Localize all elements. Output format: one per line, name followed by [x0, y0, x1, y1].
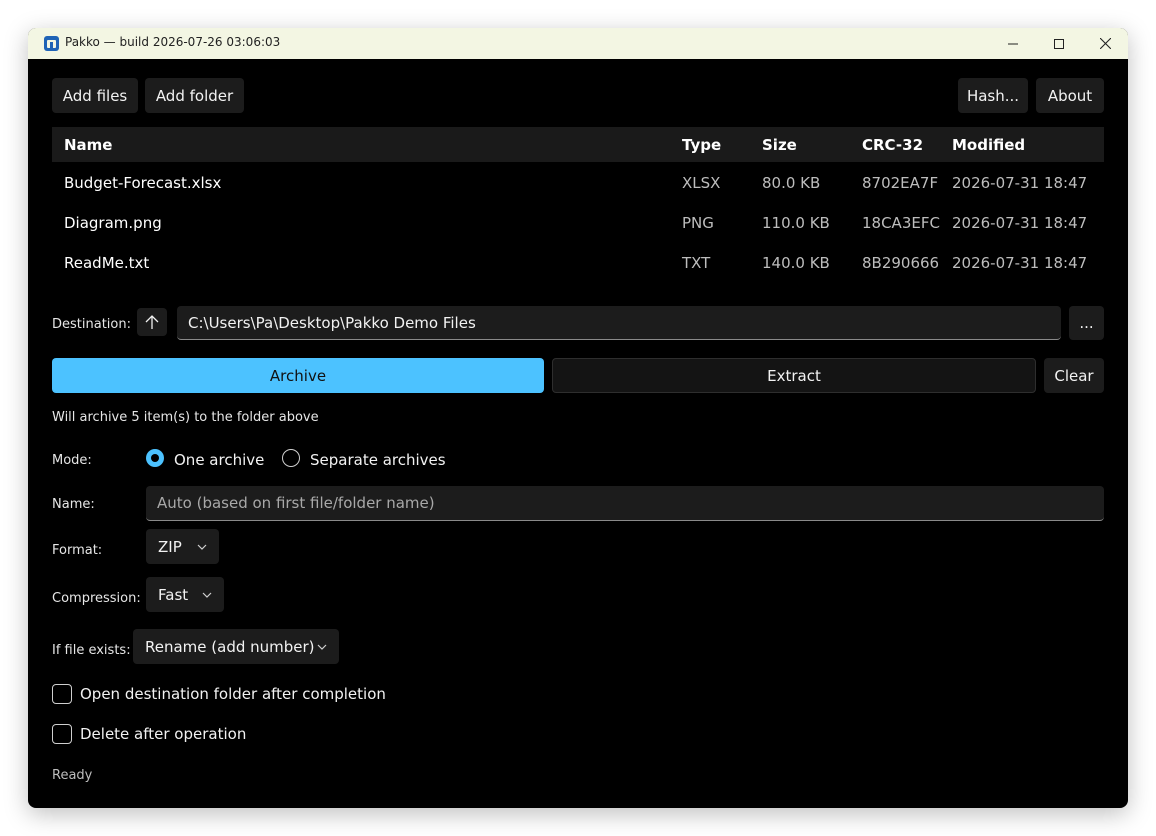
mode-label: Mode:	[52, 453, 92, 468]
file-modified: 2026-07-31 18:47	[952, 214, 1088, 232]
if-exists-value: Rename (add number)	[145, 637, 315, 656]
column-header-crc[interactable]: CRC-32	[862, 136, 923, 154]
file-name: Budget-Forecast.xlsx	[64, 174, 222, 192]
column-header-name[interactable]: Name	[64, 136, 112, 154]
close-icon	[1099, 38, 1111, 49]
browse-button[interactable]: ...	[1069, 306, 1104, 340]
format-dropdown[interactable]: ZIP	[146, 529, 219, 564]
status-text: Ready	[52, 768, 93, 783]
destination-label: Destination:	[52, 317, 131, 332]
file-type: TXT	[682, 254, 711, 272]
file-size: 140.0 KB	[762, 254, 830, 272]
column-header-modified[interactable]: Modified	[952, 136, 1025, 154]
file-type: PNG	[682, 214, 714, 232]
extract-tab[interactable]: Extract	[552, 358, 1036, 393]
app-icon	[44, 36, 59, 51]
delete-after-checkbox[interactable]	[52, 724, 72, 744]
open-destination-label[interactable]: Open destination folder after completion	[80, 685, 386, 703]
parent-folder-button[interactable]	[137, 308, 167, 336]
mode-separate-archives-label[interactable]: Separate archives	[310, 451, 446, 469]
archive-summary: Will archive 5 item(s) to the folder abo…	[52, 410, 319, 425]
table-header: Name Type Size CRC-32 Modified	[52, 127, 1104, 162]
compression-dropdown[interactable]: Fast	[146, 577, 224, 612]
file-crc: 18CA3EFC	[862, 214, 940, 232]
add-files-button[interactable]: Add files	[52, 78, 138, 113]
file-modified: 2026-07-31 18:47	[952, 174, 1088, 192]
file-size: 110.0 KB	[762, 214, 830, 232]
chevron-down-icon	[202, 577, 212, 612]
maximize-icon	[1054, 38, 1064, 49]
chevron-down-icon	[317, 629, 327, 664]
close-button[interactable]	[1082, 28, 1128, 59]
delete-after-label[interactable]: Delete after operation	[80, 725, 246, 743]
arrow-up-icon	[145, 315, 159, 329]
mode-one-archive-label[interactable]: One archive	[174, 451, 264, 469]
file-crc: 8702EA7F	[862, 174, 939, 192]
about-button[interactable]: About	[1036, 78, 1104, 113]
maximize-button[interactable]	[1036, 28, 1082, 59]
file-size: 80.0 KB	[762, 174, 821, 192]
hash-button[interactable]: Hash...	[958, 78, 1028, 113]
destination-path-input[interactable]: C:\Users\Pa\Desktop\Pakko Demo Files	[177, 306, 1061, 340]
add-folder-button[interactable]: Add folder	[145, 78, 244, 113]
app-window: Pakko — build 2026-07-26 03:06:03 Add fi…	[28, 28, 1128, 808]
mode-one-archive-radio[interactable]	[146, 449, 164, 467]
chevron-down-icon	[197, 529, 207, 564]
file-modified: 2026-07-31 18:47	[952, 254, 1088, 272]
mode-separate-archives-radio[interactable]	[282, 449, 300, 467]
minimize-icon	[1008, 43, 1018, 44]
if-exists-dropdown[interactable]: Rename (add number)	[133, 629, 339, 664]
name-label: Name:	[52, 497, 95, 512]
if-exists-label: If file exists:	[52, 643, 131, 658]
compression-label: Compression:	[52, 591, 141, 606]
title-bar: Pakko — build 2026-07-26 03:06:03	[28, 28, 1128, 59]
file-type: XLSX	[682, 174, 721, 192]
format-value: ZIP	[158, 537, 182, 556]
archive-tab[interactable]: Archive	[52, 358, 544, 393]
file-name: ReadMe.txt	[64, 254, 150, 272]
column-header-type[interactable]: Type	[682, 136, 721, 154]
compression-value: Fast	[158, 585, 189, 604]
file-crc: 8B290666	[862, 254, 940, 272]
file-name: Diagram.png	[64, 214, 162, 232]
minimize-button[interactable]	[990, 28, 1036, 59]
format-label: Format:	[52, 543, 103, 558]
archive-name-input[interactable]: Auto (based on first file/folder name)	[146, 486, 1104, 521]
open-destination-checkbox[interactable]	[52, 684, 72, 704]
column-header-size[interactable]: Size	[762, 136, 797, 154]
clear-button[interactable]: Clear	[1044, 358, 1104, 393]
window-title: Pakko — build 2026-07-26 03:06:03	[65, 35, 281, 49]
